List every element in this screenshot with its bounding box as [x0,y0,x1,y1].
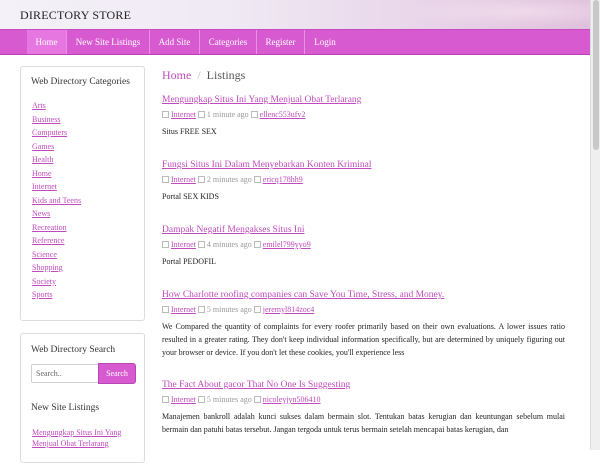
listing-user[interactable]: ellenc553ufv2 [260,110,306,119]
nav-new-site-listings[interactable]: New Site Listings [67,30,150,54]
listing-user[interactable]: nicoleyjyn506410 [263,395,321,404]
listing-user[interactable]: jeremyl814zoc4 [263,305,315,314]
nav-add-site[interactable]: Add Site [150,30,200,54]
listing-time: 1 minute ago [206,110,249,119]
listing-time: 5 minutes ago [206,305,252,314]
listing-description: Portal PEDOFIL [162,257,216,266]
listing-description: Manajemen bankroll adalah kunci sukses d… [162,412,565,434]
search-panel: Web Directory Search Search New Site Lis… [20,333,145,463]
calendar-icon [197,306,205,313]
category-link[interactable]: Science [32,250,57,259]
new-listing-link[interactable]: Mengungkap Situs Ini Yang Menjual Obat T… [32,427,140,449]
listing-time: 4 minutes ago [206,240,252,249]
categories-panel: Web Directory Categories Arts Business C… [20,66,145,321]
page-scrollbar[interactable] [590,0,600,450]
folder-icon [162,176,169,183]
listing-title[interactable]: How Charlotte roofing companies can Save… [162,290,444,300]
category-link[interactable]: Kids and Teens [32,196,81,205]
category-link[interactable]: Games [32,142,54,151]
folder-icon [162,241,169,248]
category-link[interactable]: Reference [32,236,64,245]
listing-meta: Internet 1 minute ago ellenc553ufv2 [162,110,305,119]
listing-category[interactable]: Internet [171,110,196,119]
listing-title[interactable]: Mengungkap Situs Ini Yang Menjual Obat T… [162,95,361,105]
nav-login[interactable]: Login [305,30,345,54]
calendar-icon [197,176,205,183]
nav-home[interactable]: Home [27,30,67,54]
listing-category[interactable]: Internet [171,305,196,314]
folder-icon [162,396,169,403]
category-link[interactable]: Arts [32,101,46,110]
nav-register[interactable]: Register [257,30,305,54]
category-link[interactable]: Home [32,169,52,178]
category-link[interactable]: News [32,209,50,218]
calendar-icon [197,396,205,403]
folder-icon [162,306,169,313]
main-nav: Home New Site Listings Add Site Categori… [0,29,590,55]
breadcrumb-home[interactable]: Home [162,68,191,82]
listing-description: Portal SEX KIDS [162,192,219,201]
listing-meta: Internet 5 minutes ago jeremyl814zoc4 [162,305,314,314]
user-icon [253,306,261,313]
header-bar: DIRECTORY STORE [0,0,590,29]
user-icon [253,176,261,183]
listing-meta: Internet 4 minutes ago emilel799yyo9 [162,240,311,249]
calendar-icon [197,111,205,118]
search-title: Web Directory Search [31,345,116,355]
categories-title: Web Directory Categories [31,77,130,87]
user-icon [253,241,261,248]
listing-category[interactable]: Internet [171,395,196,404]
search-input[interactable] [31,364,99,383]
listing-time: 5 minutes ago [206,395,252,404]
search-button[interactable]: Search [98,363,136,384]
listing-title[interactable]: Dampak Negatif Mengakses Situs Ini [162,225,304,235]
listing-time: 2 minutes ago [206,175,252,184]
listing-category[interactable]: Internet [171,175,196,184]
nav-categories[interactable]: Categories [200,30,257,54]
listing-description: We Compared the quantity of complaints f… [162,322,565,357]
breadcrumb-current: Listings [206,68,246,82]
listing-user[interactable]: emilel799yyo9 [263,240,311,249]
listing-meta: Internet 5 minutes ago nicoleyjyn506410 [162,395,321,404]
category-link[interactable]: Computers [32,128,67,137]
new-listings-title: New Site Listings [31,403,100,413]
category-link[interactable]: Health [32,155,53,164]
header-decoration [370,0,590,29]
breadcrumb: Home / Listings [162,68,245,83]
category-link[interactable]: Society [32,277,56,286]
listing-category[interactable]: Internet [171,240,196,249]
listing-description: Situs FREE SEX [162,127,217,136]
user-icon [250,111,258,118]
listing-meta: Internet 2 minutes ago ericq178hh9 [162,175,303,184]
breadcrumb-separator: / [197,68,201,82]
site-brand[interactable]: DIRECTORY STORE [20,8,131,23]
calendar-icon [197,241,205,248]
listing-title[interactable]: The Fact About gacor That No One Is Sugg… [162,380,350,390]
scrollbar-thumb[interactable] [593,0,599,150]
category-link[interactable]: Shopping [32,263,63,272]
category-link[interactable]: Internet [32,182,57,191]
category-link[interactable]: Recreation [32,223,67,232]
listing-title[interactable]: Fungsi Situs Ini Dalam Menyebarkan Konte… [162,160,372,170]
category-link[interactable]: Sports [32,290,52,299]
category-link[interactable]: Business [32,115,60,124]
listing-user[interactable]: ericq178hh9 [263,175,303,184]
user-icon [253,396,261,403]
folder-icon [162,111,169,118]
